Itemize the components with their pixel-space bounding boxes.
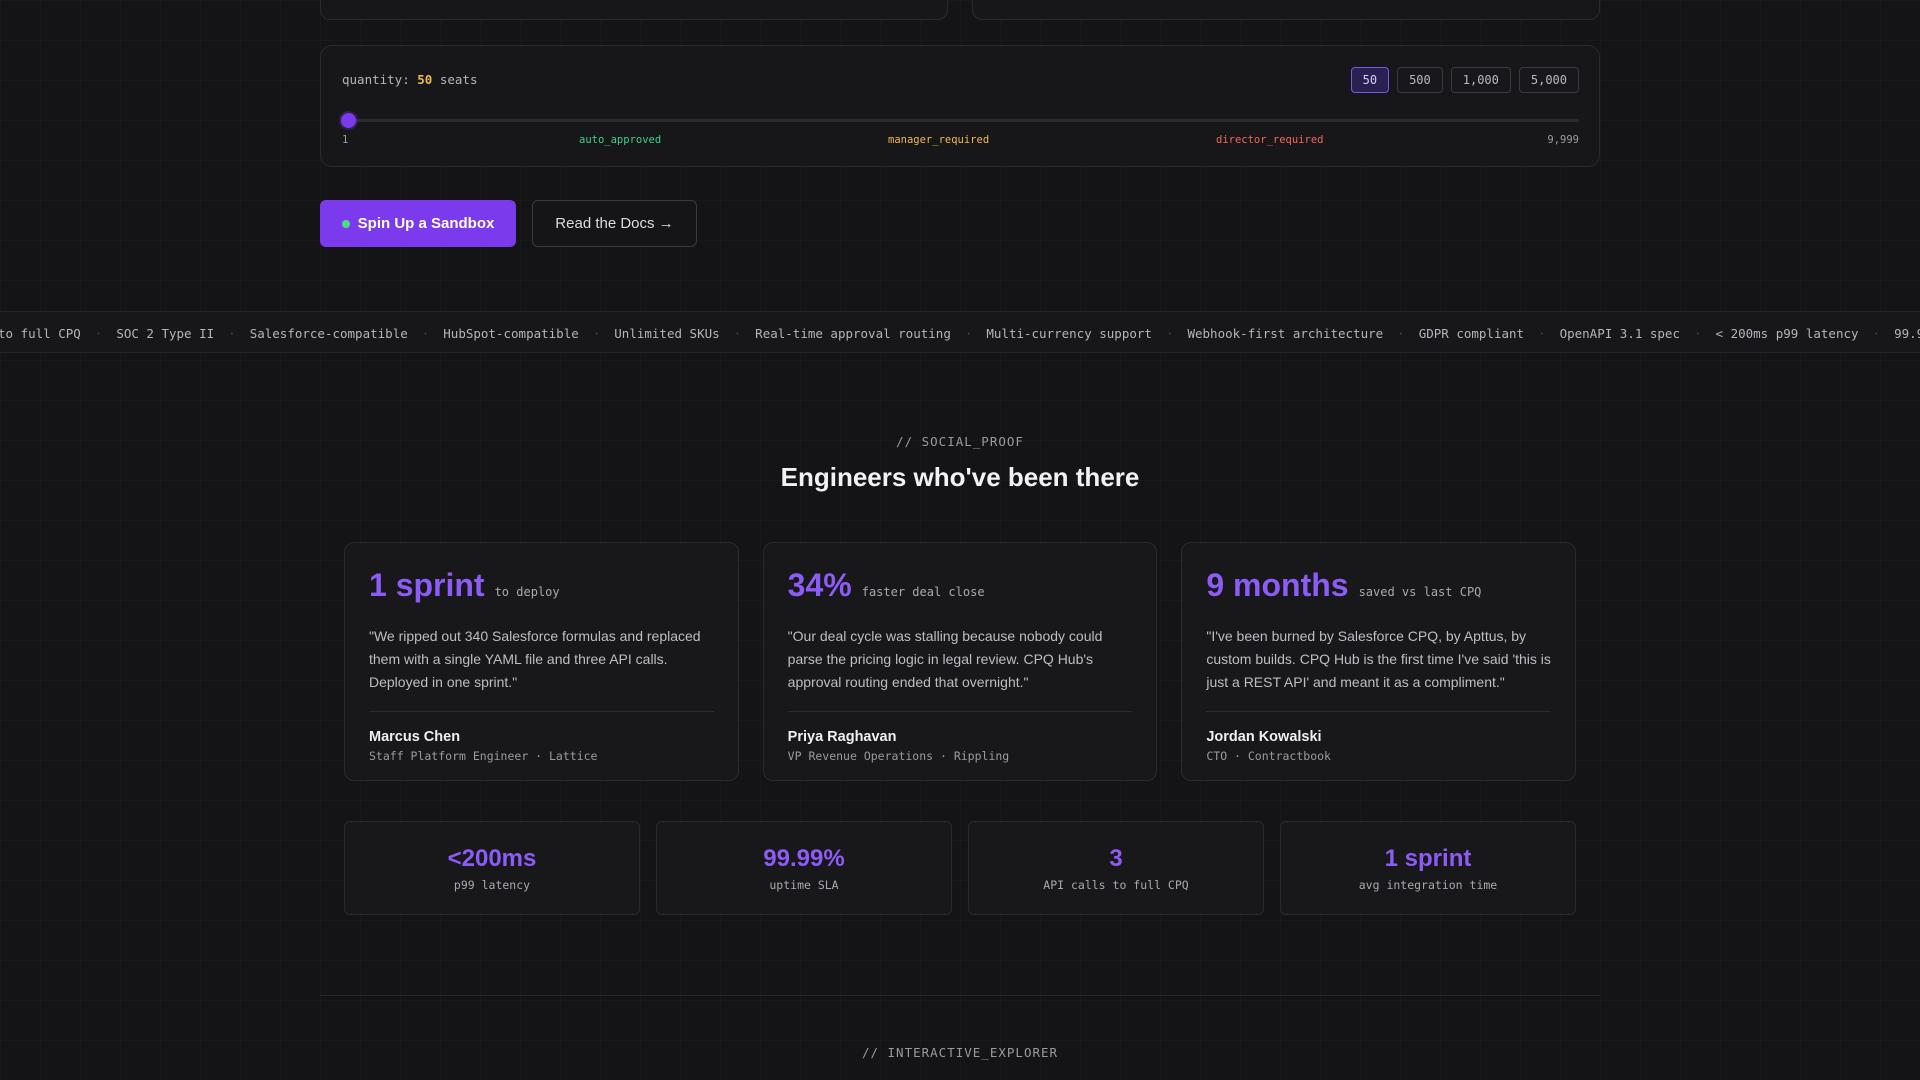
ticker-item: to full CPQ (0, 326, 81, 341)
quantity-value: 50 (417, 72, 433, 87)
ticker-item: · Multi-currency support (951, 326, 1152, 341)
metric-value: <200ms (447, 844, 537, 872)
testimonial-card: 34% faster deal close "Our deal cycle wa… (762, 542, 1158, 781)
metric-card: 99.99% uptime SLA (656, 821, 952, 915)
ticker-separator: · (1872, 325, 1881, 341)
ticker-item: · 99.99% uptime SLA (1859, 326, 1920, 341)
testimonial-quote: "Our deal cycle was stalling because nob… (787, 628, 1103, 690)
testimonial-author-name: Jordan Kowalski (1206, 729, 1322, 745)
preset-1000-button[interactable]: 1,000 (1450, 67, 1511, 93)
quantity-unit: seats (439, 72, 478, 87)
ticker-item-label: HubSpot-compatible (443, 325, 579, 341)
ticker-separator: · (94, 325, 103, 341)
social-proof-eyebrow: // SOCIAL_PROOF (896, 434, 1024, 449)
quantity-panel: quantity: 50 seats 50 500 1,000 5,000 1 … (320, 45, 1600, 167)
tier-auto-approved-label: auto_approved (579, 134, 662, 146)
ticker-item-label: Webhook-first architecture (1187, 325, 1384, 341)
ticker-item: · Webhook-first architecture (1152, 326, 1383, 341)
metric-label: avg integration time (1358, 877, 1498, 892)
ticker-item: · Real-time approval routing (720, 326, 951, 341)
testimonial-divider (369, 711, 714, 712)
preset-50-button[interactable]: 50 (1350, 67, 1390, 93)
social-proof-title: Engineers who've been there (780, 462, 1140, 492)
ticker-item-label: 99.99% uptime SLA (1894, 325, 1920, 341)
testimonial-author-role: Staff Platform Engineer · Lattice (369, 749, 598, 763)
ticker-separator: · (1165, 325, 1174, 341)
testimonial-divider (787, 711, 1133, 712)
ticker-item: · GDPR compliant (1383, 326, 1524, 341)
ticker-separator: · (592, 325, 601, 341)
ticker-separator: · (964, 325, 973, 341)
ticker-separator: · (228, 325, 236, 341)
metric-value: 1 sprint (1384, 844, 1472, 872)
ticker-item-label: SOC 2 Type II (116, 325, 215, 341)
metric-label: p99 latency (453, 877, 531, 892)
testimonial-author-name: Marcus Chen (369, 729, 461, 745)
metrics-row: <200ms p99 latency 99.99% uptime SLA 3 A… (344, 821, 1576, 915)
slider-max-label: 9,999 (1547, 134, 1579, 146)
slider-min-label: 1 (342, 134, 349, 146)
testimonial-divider (1206, 711, 1552, 712)
ticker-item-label: Salesforce-compatible (249, 325, 408, 341)
config-card-left (320, 0, 948, 20)
metric-value: 99.99% (763, 844, 845, 872)
ticker-item: · Salesforce-compatible (214, 326, 408, 341)
ticker-item: · < 200ms p99 latency (1680, 326, 1859, 341)
ticker-item-label: Multi-currency support (986, 325, 1152, 341)
read-docs-button[interactable]: Read the Docs → (532, 200, 697, 247)
ticker-item-label: < 200ms p99 latency (1715, 325, 1859, 341)
testimonial-quote: "I've been burned by Salesforce CPQ, by … (1206, 628, 1551, 690)
metric-card: 1 sprint avg integration time (1280, 821, 1576, 915)
preset-500-button[interactable]: 500 (1397, 67, 1443, 93)
ticker-item: · OpenAPI 3.1 spec (1524, 326, 1680, 341)
testimonial-stat: 9 months (1206, 567, 1349, 603)
ticker-item-label: Real-time approval routing (755, 325, 951, 341)
testimonial-stat-unit: saved vs last CPQ (1358, 585, 1482, 599)
feature-ticker: to full CPQ · SOC 2 Type II · Salesforce-com… (0, 311, 1920, 353)
ticker-item-label: GDPR compliant (1418, 325, 1525, 341)
ticker-separator: · (1694, 325, 1702, 341)
testimonial-card: 9 months saved vs last CPQ "I've been bu… (1181, 542, 1577, 781)
testimonial-stat-unit: to deploy (494, 585, 560, 599)
preset-5000-button[interactable]: 5,000 (1518, 67, 1579, 93)
quantity-presets: 50 500 1,000 5,000 (1350, 67, 1579, 93)
metric-label: uptime SLA (769, 877, 839, 892)
config-card-right (972, 0, 1600, 20)
testimonial-card: 1 sprint to deploy "We ripped out 340 Sa… (344, 542, 739, 781)
spin-up-sandbox-button[interactable]: Spin Up a Sandbox (320, 200, 516, 247)
testimonial-stat: 1 sprint (369, 567, 485, 603)
ticker-item: · Unlimited SKUs (579, 326, 720, 341)
quantity-label: quantity: 50 seats (342, 72, 478, 87)
testimonial-author-name: Priya Raghavan (787, 729, 897, 745)
metric-value: 3 (1109, 844, 1123, 872)
ticker-item-label: Unlimited SKUs (614, 325, 720, 341)
interactive-explorer-eyebrow: // INTERACTIVE_EXPLORER (861, 1045, 1059, 1060)
quantity-slider-thumb[interactable] (341, 113, 357, 128)
spin-up-sandbox-label: Spin Up a Sandbox (357, 215, 495, 232)
section-divider (320, 995, 1600, 996)
testimonial-stat: 34% (787, 567, 852, 603)
status-dot-icon (341, 219, 350, 228)
ticker-separator: · (1538, 325, 1546, 341)
testimonial-author-role: CTO · Contractbook (1206, 749, 1331, 763)
metric-card: <200ms p99 latency (344, 821, 640, 915)
quantity-label-prefix: quantity: (342, 72, 410, 87)
ticker-separator: · (421, 325, 430, 341)
ticker-item-label: OpenAPI 3.1 spec (1559, 325, 1680, 341)
quantity-slider-track[interactable] (341, 113, 1579, 128)
ticker-separator: · (733, 325, 742, 341)
ticker-separator: · (1397, 325, 1405, 341)
testimonial-author-role: VP Revenue Operations · Rippling (787, 749, 1010, 763)
testimonial-stat-unit: faster deal close (861, 585, 985, 599)
tier-manager-required-label: manager_required (888, 134, 990, 146)
testimonial-list: 1 sprint to deploy "We ripped out 340 Sa… (344, 542, 1577, 781)
testimonial-quote: "We ripped out 340 Salesforce formulas a… (369, 628, 701, 690)
metric-label: API calls to full CPQ (1043, 877, 1189, 892)
tier-director-required-label: director_required (1216, 134, 1324, 146)
ticker-item: · SOC 2 Type II (81, 326, 214, 341)
ticker-item-label: to full CPQ (0, 325, 81, 341)
ticker-item: · HubSpot-compatible (408, 326, 579, 341)
ticker-track: to full CPQ · SOC 2 Type II · Salesforce-com… (0, 312, 1920, 352)
metric-card: 3 API calls to full CPQ (968, 821, 1264, 915)
